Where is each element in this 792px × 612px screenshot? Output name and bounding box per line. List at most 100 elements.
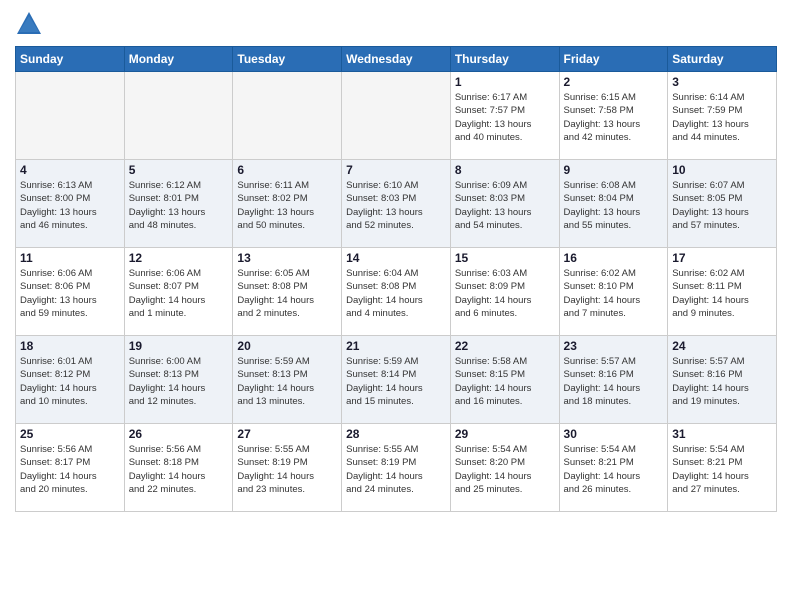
calendar-cell: 16Sunrise: 6:02 AM Sunset: 8:10 PM Dayli…: [559, 248, 668, 336]
calendar-cell: 9 Sunrise: 6:08 AM Sunset: 8:04 PM Daylig…: [559, 160, 668, 248]
day-info: Sunrise: 5:55 AM Sunset: 8:19 PM Dayligh…: [346, 443, 446, 496]
weekday-header-saturday: Saturday: [668, 47, 777, 72]
day-info: Sunrise: 6:06 AM Sunset: 8:06 PM Dayligh…: [20, 267, 120, 320]
calendar: SundayMondayTuesdayWednesdayThursdayFrid…: [15, 46, 777, 512]
week-row-2: 11 Sunrise: 6:06 AM Sunset: 8:06 PM Dayli…: [16, 248, 777, 336]
calendar-cell: 20 Sunrise: 5:59 AM Sunset: 8:13 PM Dayli…: [233, 336, 342, 424]
calendar-cell: 13Sunrise: 6:05 AM Sunset: 8:08 PM Dayli…: [233, 248, 342, 336]
weekday-header-sunday: Sunday: [16, 47, 125, 72]
day-number: 20: [237, 339, 337, 353]
calendar-cell: 5 Sunrise: 6:12 AM Sunset: 8:01 PM Daylig…: [124, 160, 233, 248]
calendar-cell: [16, 72, 125, 160]
calendar-cell: [124, 72, 233, 160]
weekday-header-tuesday: Tuesday: [233, 47, 342, 72]
calendar-cell: 1 Sunrise: 6:17 AM Sunset: 7:57 PM Daylig…: [450, 72, 559, 160]
week-row-4: 25 Sunrise: 5:56 AM Sunset: 8:17 PM Dayli…: [16, 424, 777, 512]
calendar-cell: 8 Sunrise: 6:09 AM Sunset: 8:03 PM Daylig…: [450, 160, 559, 248]
calendar-cell: 10Sunrise: 6:07 AM Sunset: 8:05 PM Dayli…: [668, 160, 777, 248]
day-number: 26: [129, 427, 229, 441]
calendar-cell: 30 Sunrise: 5:54 AM Sunset: 8:21 PM Dayli…: [559, 424, 668, 512]
day-info: Sunrise: 5:54 AM Sunset: 8:21 PM Dayligh…: [564, 443, 664, 496]
day-info: Sunrise: 5:59 AM Sunset: 8:13 PM Dayligh…: [237, 355, 337, 408]
day-info: Sunrise: 5:57 AM Sunset: 8:16 PM Dayligh…: [564, 355, 664, 408]
day-number: 21: [346, 339, 446, 353]
calendar-cell: 14 Sunrise: 6:04 AM Sunset: 8:08 PM Dayli…: [342, 248, 451, 336]
day-number: 23: [564, 339, 664, 353]
page: SundayMondayTuesdayWednesdayThursdayFrid…: [0, 0, 792, 612]
calendar-cell: 2 Sunrise: 6:15 AM Sunset: 7:58 PM Daylig…: [559, 72, 668, 160]
day-info: Sunrise: 5:59 AM Sunset: 8:14 PM Dayligh…: [346, 355, 446, 408]
calendar-cell: 3 Sunrise: 6:14 AM Sunset: 7:59 PM Daylig…: [668, 72, 777, 160]
day-number: 5: [129, 163, 229, 177]
day-number: 10: [672, 163, 772, 177]
week-row-1: 4 Sunrise: 6:13 AM Sunset: 8:00 PM Daylig…: [16, 160, 777, 248]
day-number: 1: [455, 75, 555, 89]
day-number: 9: [564, 163, 664, 177]
day-info: Sunrise: 5:54 AM Sunset: 8:20 PM Dayligh…: [455, 443, 555, 496]
day-number: 18: [20, 339, 120, 353]
day-number: 29: [455, 427, 555, 441]
day-number: 15: [455, 251, 555, 265]
calendar-cell: 12Sunrise: 6:06 AM Sunset: 8:07 PM Dayli…: [124, 248, 233, 336]
calendar-cell: 23 Sunrise: 5:57 AM Sunset: 8:16 PM Dayli…: [559, 336, 668, 424]
day-number: 14: [346, 251, 446, 265]
day-number: 3: [672, 75, 772, 89]
day-info: Sunrise: 6:12 AM Sunset: 8:01 PM Dayligh…: [129, 179, 229, 232]
weekday-header-thursday: Thursday: [450, 47, 559, 72]
calendar-cell: 11 Sunrise: 6:06 AM Sunset: 8:06 PM Dayli…: [16, 248, 125, 336]
day-number: 11: [20, 251, 120, 265]
day-number: 4: [20, 163, 120, 177]
day-info: Sunrise: 5:57 AM Sunset: 8:16 PM Dayligh…: [672, 355, 772, 408]
day-number: 25: [20, 427, 120, 441]
calendar-cell: 28 Sunrise: 5:55 AM Sunset: 8:19 PM Dayli…: [342, 424, 451, 512]
calendar-cell: 21 Sunrise: 5:59 AM Sunset: 8:14 PM Dayli…: [342, 336, 451, 424]
day-number: 2: [564, 75, 664, 89]
day-number: 30: [564, 427, 664, 441]
logo-icon: [15, 10, 43, 38]
day-info: Sunrise: 5:55 AM Sunset: 8:19 PM Dayligh…: [237, 443, 337, 496]
day-info: Sunrise: 6:14 AM Sunset: 7:59 PM Dayligh…: [672, 91, 772, 144]
calendar-cell: 4 Sunrise: 6:13 AM Sunset: 8:00 PM Daylig…: [16, 160, 125, 248]
day-number: 19: [129, 339, 229, 353]
day-number: 27: [237, 427, 337, 441]
day-info: Sunrise: 6:13 AM Sunset: 8:00 PM Dayligh…: [20, 179, 120, 232]
day-number: 28: [346, 427, 446, 441]
week-row-0: 1 Sunrise: 6:17 AM Sunset: 7:57 PM Daylig…: [16, 72, 777, 160]
calendar-cell: 27 Sunrise: 5:55 AM Sunset: 8:19 PM Dayli…: [233, 424, 342, 512]
day-info: Sunrise: 6:15 AM Sunset: 7:58 PM Dayligh…: [564, 91, 664, 144]
day-info: Sunrise: 6:01 AM Sunset: 8:12 PM Dayligh…: [20, 355, 120, 408]
calendar-cell: 6Sunrise: 6:11 AM Sunset: 8:02 PM Daylig…: [233, 160, 342, 248]
day-info: Sunrise: 6:11 AM Sunset: 8:02 PM Dayligh…: [237, 179, 337, 232]
calendar-cell: 25 Sunrise: 5:56 AM Sunset: 8:17 PM Dayli…: [16, 424, 125, 512]
day-number: 16: [564, 251, 664, 265]
weekday-header-row: SundayMondayTuesdayWednesdayThursdayFrid…: [16, 47, 777, 72]
calendar-cell: [342, 72, 451, 160]
calendar-cell: 22Sunrise: 5:58 AM Sunset: 8:15 PM Dayli…: [450, 336, 559, 424]
day-number: 7: [346, 163, 446, 177]
day-info: Sunrise: 5:54 AM Sunset: 8:21 PM Dayligh…: [672, 443, 772, 496]
weekday-header-wednesday: Wednesday: [342, 47, 451, 72]
weekday-header-monday: Monday: [124, 47, 233, 72]
calendar-cell: 29 Sunrise: 5:54 AM Sunset: 8:20 PM Dayli…: [450, 424, 559, 512]
day-number: 24: [672, 339, 772, 353]
day-info: Sunrise: 6:04 AM Sunset: 8:08 PM Dayligh…: [346, 267, 446, 320]
calendar-cell: 31 Sunrise: 5:54 AM Sunset: 8:21 PM Dayli…: [668, 424, 777, 512]
day-info: Sunrise: 6:08 AM Sunset: 8:04 PM Dayligh…: [564, 179, 664, 232]
weekday-header-friday: Friday: [559, 47, 668, 72]
logo: [15, 10, 47, 38]
day-info: Sunrise: 6:09 AM Sunset: 8:03 PM Dayligh…: [455, 179, 555, 232]
day-info: Sunrise: 6:00 AM Sunset: 8:13 PM Dayligh…: [129, 355, 229, 408]
calendar-cell: 17Sunrise: 6:02 AM Sunset: 8:11 PM Dayli…: [668, 248, 777, 336]
calendar-cell: 24 Sunrise: 5:57 AM Sunset: 8:16 PM Dayli…: [668, 336, 777, 424]
day-number: 13: [237, 251, 337, 265]
calendar-cell: 18 Sunrise: 6:01 AM Sunset: 8:12 PM Dayli…: [16, 336, 125, 424]
day-info: Sunrise: 5:58 AM Sunset: 8:15 PM Dayligh…: [455, 355, 555, 408]
day-info: Sunrise: 6:17 AM Sunset: 7:57 PM Dayligh…: [455, 91, 555, 144]
day-info: Sunrise: 5:56 AM Sunset: 8:17 PM Dayligh…: [20, 443, 120, 496]
day-number: 31: [672, 427, 772, 441]
day-info: Sunrise: 6:10 AM Sunset: 8:03 PM Dayligh…: [346, 179, 446, 232]
calendar-cell: 7 Sunrise: 6:10 AM Sunset: 8:03 PM Daylig…: [342, 160, 451, 248]
day-number: 8: [455, 163, 555, 177]
header: [15, 10, 777, 38]
day-info: Sunrise: 6:03 AM Sunset: 8:09 PM Dayligh…: [455, 267, 555, 320]
